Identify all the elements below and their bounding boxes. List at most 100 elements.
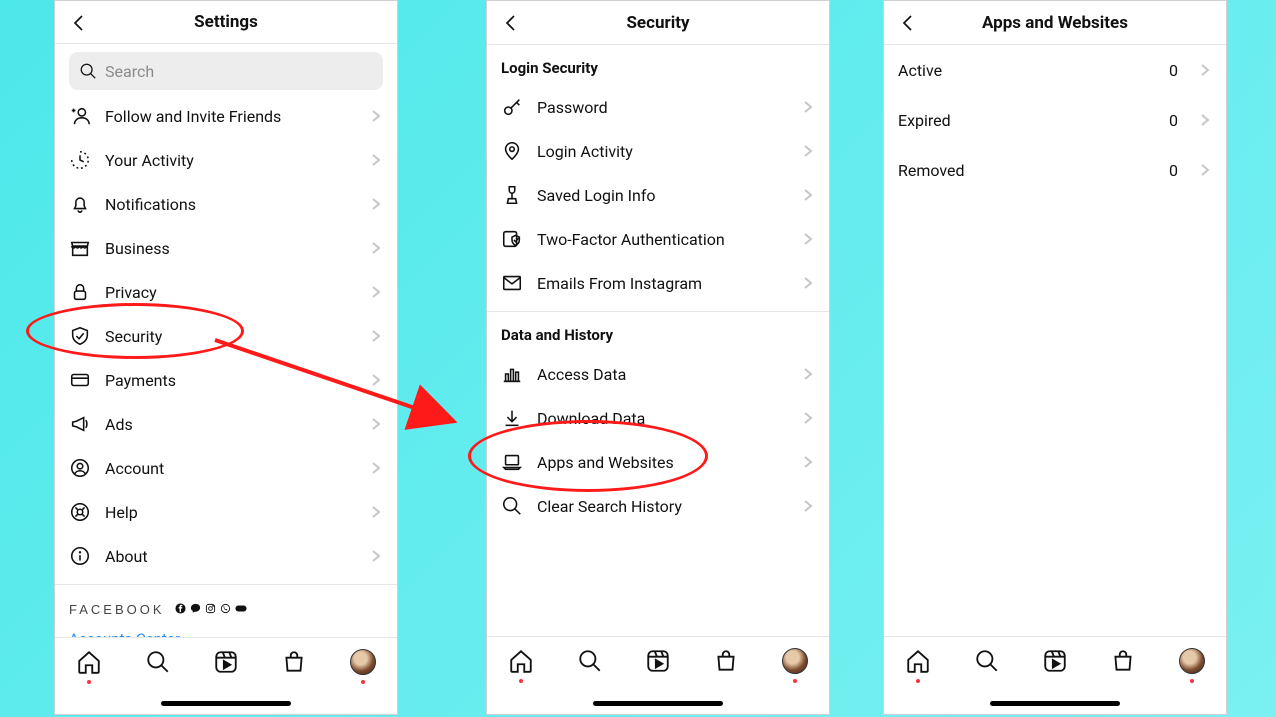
mail-icon bbox=[501, 272, 523, 294]
back-button[interactable] bbox=[497, 9, 525, 37]
security-item-emails[interactable]: Emails From Instagram bbox=[487, 261, 829, 305]
back-button[interactable] bbox=[894, 9, 922, 37]
tab-home[interactable] bbox=[75, 648, 103, 676]
security-item-label: Login Activity bbox=[537, 142, 787, 161]
settings-item-ads[interactable]: Ads bbox=[55, 402, 397, 446]
section-login-security: Login Security bbox=[487, 45, 829, 85]
tab-reels[interactable] bbox=[212, 648, 240, 676]
settings-item-account[interactable]: Account bbox=[55, 446, 397, 490]
avatar-icon bbox=[782, 648, 808, 674]
security-item-clear-search[interactable]: Clear Search History bbox=[487, 484, 829, 528]
section-data-history: Data and History bbox=[487, 312, 829, 352]
search-input[interactable]: Search bbox=[69, 52, 383, 90]
security-item-password[interactable]: Password bbox=[487, 85, 829, 129]
chevron-right-icon bbox=[801, 100, 815, 114]
apps-row-expired[interactable]: Expired 0 bbox=[884, 95, 1226, 145]
home-icon bbox=[508, 648, 534, 674]
header: Settings bbox=[55, 1, 397, 44]
tab-reels[interactable] bbox=[644, 647, 672, 675]
settings-item-label: Business bbox=[105, 239, 355, 258]
tab-home[interactable] bbox=[507, 647, 535, 675]
info-icon bbox=[69, 545, 91, 567]
settings-item-help[interactable]: Help bbox=[55, 490, 397, 534]
content: Active 0 Expired 0 Removed 0 bbox=[884, 45, 1226, 636]
security-item-label: Download Data bbox=[537, 409, 787, 428]
security-item-two-factor[interactable]: Two-Factor Authentication bbox=[487, 217, 829, 261]
settings-item-payments[interactable]: Payments bbox=[55, 358, 397, 402]
chevron-right-icon bbox=[801, 455, 815, 469]
chevron-right-icon bbox=[369, 373, 383, 387]
header: Apps and Websites bbox=[884, 1, 1226, 45]
apps-row-removed[interactable]: Removed 0 bbox=[884, 145, 1226, 195]
chevron-left-icon bbox=[898, 13, 918, 33]
tab-shop[interactable] bbox=[280, 648, 308, 676]
chevron-right-icon bbox=[801, 232, 815, 246]
tab-reels[interactable] bbox=[1041, 647, 1069, 675]
apps-row-label: Removed bbox=[898, 161, 1155, 180]
security-item-label: Access Data bbox=[537, 365, 787, 384]
settings-item-notifications[interactable]: Notifications bbox=[55, 182, 397, 226]
apps-row-active[interactable]: Active 0 bbox=[884, 45, 1226, 95]
settings-item-label: About bbox=[105, 547, 355, 566]
back-button[interactable] bbox=[65, 9, 93, 37]
tab-profile[interactable] bbox=[1178, 647, 1206, 675]
settings-item-privacy[interactable]: Privacy bbox=[55, 270, 397, 314]
whatsapp-icon bbox=[220, 603, 232, 615]
reels-icon bbox=[213, 649, 239, 675]
settings-item-follow-invite[interactable]: Follow and Invite Friends bbox=[55, 94, 397, 138]
chevron-left-icon bbox=[501, 13, 521, 33]
chevron-right-icon bbox=[369, 417, 383, 431]
settings-item-label: Notifications bbox=[105, 195, 355, 214]
security-item-download-data[interactable]: Download Data bbox=[487, 396, 829, 440]
chevron-right-icon bbox=[1198, 163, 1212, 177]
tab-shop[interactable] bbox=[1109, 647, 1137, 675]
tab-search[interactable] bbox=[144, 648, 172, 676]
search-icon bbox=[79, 62, 97, 80]
facebook-product-icons bbox=[175, 603, 247, 615]
chevron-right-icon bbox=[1198, 63, 1212, 77]
tab-search[interactable] bbox=[973, 647, 1001, 675]
apps-row-label: Expired bbox=[898, 111, 1155, 130]
megaphone-icon bbox=[69, 413, 91, 435]
page-title: Apps and Websites bbox=[982, 13, 1128, 33]
searchclr-icon bbox=[501, 495, 523, 517]
security-item-label: Apps and Websites bbox=[537, 453, 787, 472]
settings-item-business[interactable]: Business bbox=[55, 226, 397, 270]
settings-item-activity[interactable]: Your Activity bbox=[55, 138, 397, 182]
security-item-apps-websites[interactable]: Apps and Websites bbox=[487, 440, 829, 484]
activity-icon bbox=[69, 149, 91, 171]
shop-icon bbox=[1110, 648, 1136, 674]
settings-item-label: Privacy bbox=[105, 283, 355, 302]
tab-profile[interactable] bbox=[349, 648, 377, 676]
accounts-center-link[interactable]: Accounts Center bbox=[55, 620, 397, 637]
key-icon bbox=[501, 96, 523, 118]
chevron-right-icon bbox=[801, 144, 815, 158]
bottom-tab-bar bbox=[884, 636, 1226, 714]
chevron-right-icon bbox=[369, 285, 383, 299]
chevron-right-icon bbox=[1198, 113, 1212, 127]
header: Security bbox=[487, 1, 829, 45]
apps-row-value: 0 bbox=[1169, 111, 1178, 130]
tab-home[interactable] bbox=[904, 647, 932, 675]
reels-icon bbox=[645, 648, 671, 674]
chevron-right-icon bbox=[369, 505, 383, 519]
messenger-icon bbox=[190, 603, 202, 615]
bottom-tab-bar bbox=[55, 637, 397, 714]
security-item-label: Two-Factor Authentication bbox=[537, 230, 787, 249]
settings-item-label: Security bbox=[105, 327, 355, 346]
apps-row-value: 0 bbox=[1169, 61, 1178, 80]
security-item-access-data[interactable]: Access Data bbox=[487, 352, 829, 396]
settings-item-security[interactable]: Security bbox=[55, 314, 397, 358]
lock-icon bbox=[69, 281, 91, 303]
settings-item-label: Your Activity bbox=[105, 151, 355, 170]
settings-item-about[interactable]: About bbox=[55, 534, 397, 578]
tab-search[interactable] bbox=[576, 647, 604, 675]
tab-shop[interactable] bbox=[712, 647, 740, 675]
home-icon bbox=[905, 648, 931, 674]
search-icon bbox=[974, 648, 1000, 674]
help-icon bbox=[69, 501, 91, 523]
tab-profile[interactable] bbox=[781, 647, 809, 675]
avatar-icon bbox=[350, 649, 376, 675]
security-item-saved-login[interactable]: Saved Login Info bbox=[487, 173, 829, 217]
security-item-login-activity[interactable]: Login Activity bbox=[487, 129, 829, 173]
